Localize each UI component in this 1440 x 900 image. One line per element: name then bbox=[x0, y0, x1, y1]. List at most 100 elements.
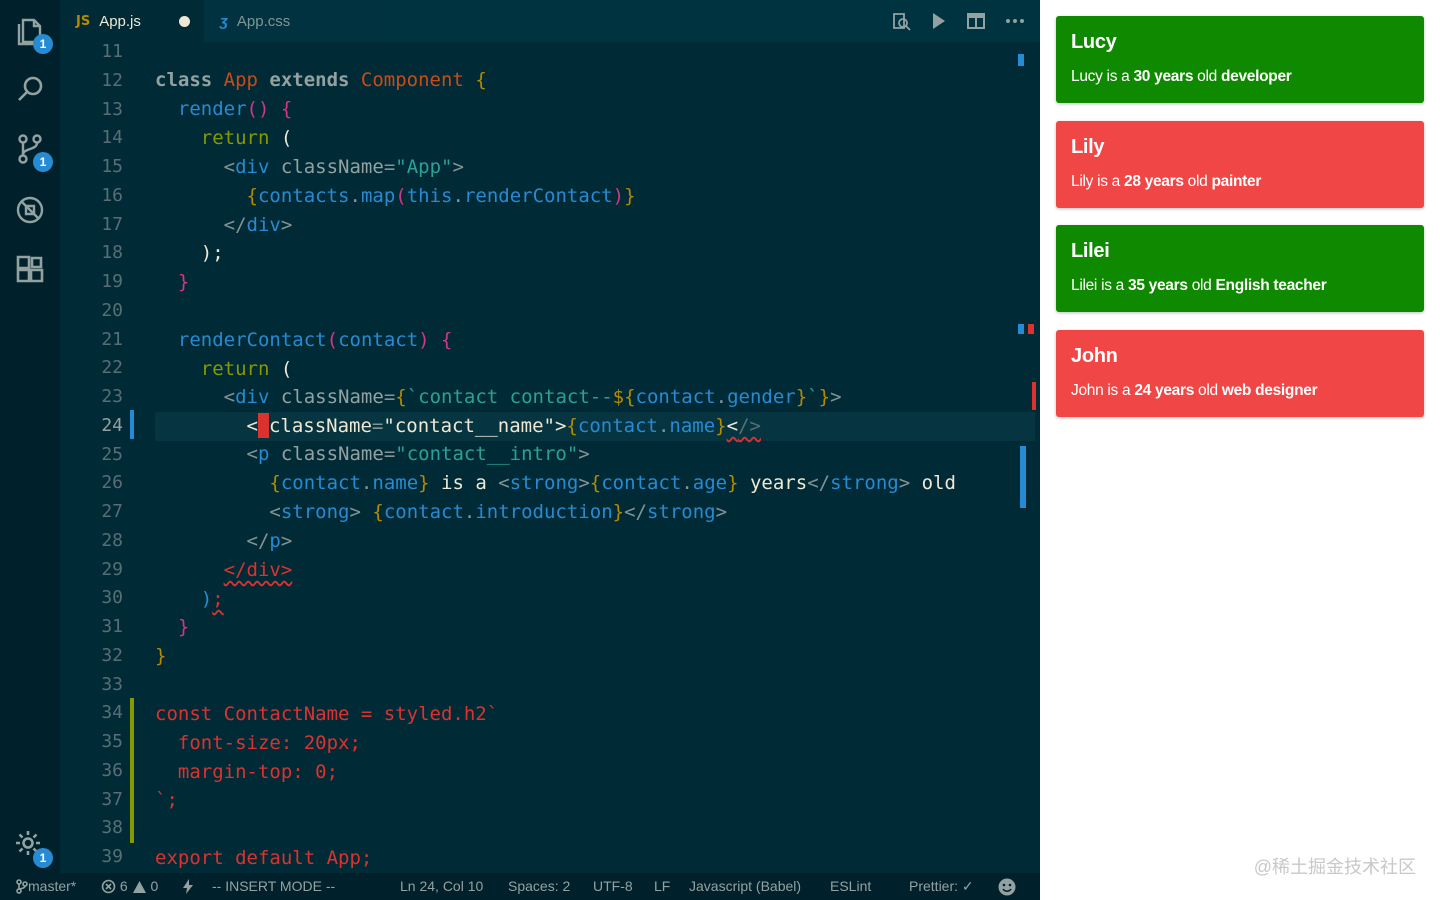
status-bar: master* 6 0 -- INSERT MODE -- Ln 24, Col… bbox=[0, 873, 1040, 900]
extensions-icon[interactable] bbox=[13, 252, 47, 286]
branch-indicator[interactable]: master* bbox=[16, 873, 76, 900]
code-line-22[interactable]: return ( bbox=[155, 355, 1035, 384]
code-line-31[interactable]: } bbox=[155, 613, 1035, 642]
contact-name: Lily bbox=[1071, 135, 1105, 158]
tab-bar: JS App.js ʒ App.css bbox=[60, 0, 1040, 42]
code-line-25[interactable]: <p className="contact__intro"> bbox=[155, 440, 1035, 469]
line-number: 12 bbox=[101, 69, 123, 91]
tab-label: App.css bbox=[236, 12, 291, 30]
open-preview-icon[interactable] bbox=[890, 10, 912, 32]
debug-icon[interactable] bbox=[13, 193, 47, 227]
code-lines[interactable]: class App extends Component { render() {… bbox=[155, 42, 1035, 873]
contact-age: 35 years bbox=[1128, 277, 1188, 294]
code-line-21[interactable]: renderContact(contact) { bbox=[155, 326, 1035, 355]
ruler-marker bbox=[1018, 324, 1024, 334]
code-line-19[interactable]: } bbox=[155, 268, 1035, 297]
line-number: 27 bbox=[101, 501, 123, 522]
eol-setting[interactable]: LF bbox=[654, 873, 670, 900]
contact-age: 30 years bbox=[1133, 68, 1194, 85]
line-number: 21 bbox=[101, 328, 123, 350]
code-line-15[interactable]: <div className="App"> bbox=[155, 153, 1035, 182]
ruler-marker bbox=[1020, 446, 1026, 508]
line-number: 36 bbox=[101, 759, 123, 781]
code-line-18[interactable]: ); bbox=[155, 239, 1035, 268]
line-number: 33 bbox=[101, 673, 123, 695]
line-number: 18 bbox=[101, 242, 123, 264]
code-line-39[interactable]: export default App; bbox=[155, 844, 1035, 873]
explorer-badge: 1 bbox=[33, 34, 53, 54]
prettier-status[interactable]: Prettier: ✓ bbox=[909, 873, 974, 900]
contact-card: Lilei Lilei is a 35 years old English tea… bbox=[1056, 225, 1424, 312]
code-line-27[interactable]: <strong> {contact.introduction}</strong> bbox=[155, 498, 1035, 527]
browser-preview: Lucy Lucy is a 30 years old developer Lily… bbox=[1040, 0, 1440, 900]
contact-job: web designer bbox=[1221, 381, 1318, 399]
source-control-icon[interactable]: 1 bbox=[13, 132, 53, 172]
line-number: 14 bbox=[101, 127, 123, 149]
line-number: 32 bbox=[101, 644, 123, 666]
unsaved-dot-icon[interactable] bbox=[179, 16, 190, 27]
code-line-32[interactable]: } bbox=[155, 642, 1035, 671]
line-number: 13 bbox=[101, 98, 123, 120]
language-mode[interactable]: Javascript (Babel) bbox=[689, 873, 801, 900]
contact-intro: Lilei is a 35 years old English teacher bbox=[1071, 277, 1327, 294]
code-line-16[interactable]: {contacts.map(this.renderContact)} bbox=[155, 182, 1035, 211]
tab-label: App.js bbox=[99, 12, 141, 30]
code-line-23[interactable]: <div className={`contact contact--${cont… bbox=[155, 383, 1035, 412]
code-line-17[interactable]: </div> bbox=[155, 211, 1035, 240]
line-number-gutter: 11 12 13 14 15 16 17 18 19 20 21 22 23 24 25 26 27 28 29 30… bbox=[60, 42, 134, 873]
line-number: 20 bbox=[101, 299, 123, 321]
code-line-26[interactable]: {contact.name} is a <strong>{contact.age… bbox=[155, 469, 1035, 498]
ruler-marker bbox=[1018, 54, 1024, 66]
overview-ruler[interactable] bbox=[1018, 42, 1040, 873]
lightning-icon[interactable] bbox=[182, 873, 194, 900]
code-area[interactable]: 11 12 13 14 15 16 17 18 19 20 21 22 23 24 25 26 27 28 29 30… bbox=[60, 42, 1040, 873]
tab-app-css[interactable]: ʒ App.css bbox=[204, 0, 374, 42]
problems-indicator[interactable]: 6 0 bbox=[101, 873, 158, 900]
settings-badge: 1 bbox=[33, 848, 53, 868]
line-number: 15 bbox=[101, 156, 123, 177]
code-line-30[interactable]: ); bbox=[155, 585, 1035, 614]
line-number: 35 bbox=[101, 731, 123, 752]
cursor-position[interactable]: Ln 24, Col 10 bbox=[400, 873, 483, 900]
more-actions-icon[interactable] bbox=[1004, 10, 1026, 32]
code-line-35[interactable]: font-size: 20px; bbox=[155, 729, 1035, 758]
indentation-setting[interactable]: Spaces: 2 bbox=[508, 873, 570, 900]
code-line-28[interactable]: </p> bbox=[155, 527, 1035, 556]
search-icon[interactable] bbox=[13, 72, 47, 106]
modified-line-marker bbox=[130, 410, 134, 439]
ruler-error-marker bbox=[1028, 324, 1034, 334]
explorer-icon[interactable]: 1 bbox=[13, 14, 53, 54]
code-line-13[interactable]: render() { bbox=[155, 95, 1035, 124]
code-line-29[interactable]: </div> bbox=[155, 556, 1035, 585]
js-file-icon: JS bbox=[76, 13, 91, 29]
git-branch-icon bbox=[16, 876, 28, 900]
eslint-status[interactable]: ESLint bbox=[830, 873, 871, 900]
code-line-36[interactable]: margin-top: 0; bbox=[155, 758, 1035, 787]
split-editor-icon[interactable] bbox=[965, 10, 987, 32]
line-number: 31 bbox=[101, 616, 123, 637]
contact-age: 28 years bbox=[1124, 172, 1184, 190]
error-icon bbox=[101, 876, 116, 900]
warning-icon bbox=[132, 876, 147, 900]
line-number: 23 bbox=[101, 386, 123, 407]
code-line-14[interactable]: return ( bbox=[155, 124, 1035, 153]
line-number: 16 bbox=[101, 184, 123, 206]
encoding-setting[interactable]: UTF-8 bbox=[593, 873, 633, 900]
contact-card: Lucy Lucy is a 30 years old developer bbox=[1056, 16, 1424, 103]
line-number: 19 bbox=[101, 271, 123, 292]
code-line-12[interactable]: class App extends Component { bbox=[155, 66, 1035, 95]
contact-name: John bbox=[1071, 344, 1118, 367]
contact-name: Lucy bbox=[1071, 31, 1117, 53]
ruler-error-marker bbox=[1032, 382, 1036, 410]
contact-intro: Lucy is a 30 years old developer bbox=[1071, 68, 1292, 85]
line-number: 22 bbox=[101, 357, 123, 379]
code-line-24-current[interactable]: < className="contact__name">{contact.name… bbox=[155, 412, 1035, 441]
contact-intro: Lily is a 28 years old painter bbox=[1071, 172, 1262, 190]
feedback-smiley-icon[interactable] bbox=[998, 878, 1016, 896]
code-line-34[interactable]: const ContactName = styled.h2` bbox=[155, 700, 1035, 729]
tab-app-js[interactable]: JS App.js bbox=[60, 0, 204, 42]
code-line-37[interactable]: `; bbox=[155, 786, 1035, 815]
settings-gear-icon[interactable]: 1 bbox=[13, 828, 53, 868]
run-icon[interactable] bbox=[927, 10, 949, 32]
line-number: 25 bbox=[101, 443, 123, 465]
